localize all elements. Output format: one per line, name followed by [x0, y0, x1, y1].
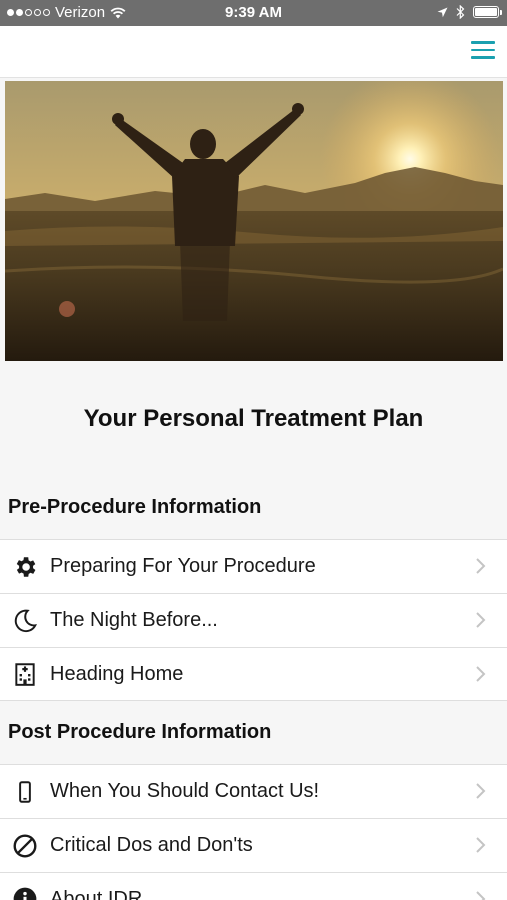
list-item-contact-us[interactable]: When You Should Contact Us!: [0, 764, 507, 818]
moon-icon: [12, 608, 38, 634]
info-icon: [12, 886, 38, 900]
list-item-label: Preparing For Your Procedure: [50, 555, 316, 577]
hero-image: [5, 81, 503, 361]
list-item-label: Critical Dos and Don'ts: [50, 834, 253, 856]
list-item-heading-home[interactable]: Heading Home: [0, 647, 507, 701]
chevron-right-icon: [476, 891, 486, 900]
list-item-dos-and-donts[interactable]: Critical Dos and Don'ts: [0, 818, 507, 872]
battery-fill: [475, 8, 497, 16]
section-header-post-procedure: Post Procedure Information: [8, 720, 272, 743]
mobile-phone-icon: [12, 779, 38, 805]
status-bar: Verizon 9:39 AM: [0, 0, 507, 26]
section-header-pre-procedure: Pre-Procedure Information: [8, 495, 262, 518]
list-item-about-idr[interactable]: About IDR: [0, 872, 507, 900]
list-item-label: When You Should Contact Us!: [50, 780, 320, 802]
bluetooth-icon: [456, 5, 465, 19]
chevron-right-icon: [476, 783, 486, 799]
hamburger-menu-icon[interactable]: [471, 41, 495, 61]
list-item-label: About IDR: [50, 887, 143, 900]
app-header: [0, 26, 507, 78]
gear-icon: [12, 554, 38, 580]
post-procedure-list: When You Should Contact Us! Critical Dos…: [0, 764, 507, 900]
chevron-right-icon: [476, 666, 486, 682]
list-item-label: The Night Before...: [50, 609, 218, 631]
hospital-building-icon: [12, 661, 38, 687]
prohibited-icon: [12, 833, 38, 859]
chevron-right-icon: [476, 612, 486, 628]
location-arrow-icon: [437, 7, 448, 17]
status-time: 9:39 AM: [225, 4, 282, 21]
list-item-preparing[interactable]: Preparing For Your Procedure: [0, 539, 507, 593]
page-title: Your Personal Treatment Plan: [83, 405, 424, 432]
status-right: [437, 5, 502, 19]
battery-icon: [473, 6, 502, 18]
pre-procedure-list: Preparing For Your Procedure The Night B…: [0, 539, 507, 701]
list-item-label: Heading Home: [50, 662, 184, 685]
chevron-right-icon: [476, 558, 486, 574]
chevron-right-icon: [476, 837, 486, 853]
list-item-night-before[interactable]: The Night Before...: [0, 593, 507, 647]
